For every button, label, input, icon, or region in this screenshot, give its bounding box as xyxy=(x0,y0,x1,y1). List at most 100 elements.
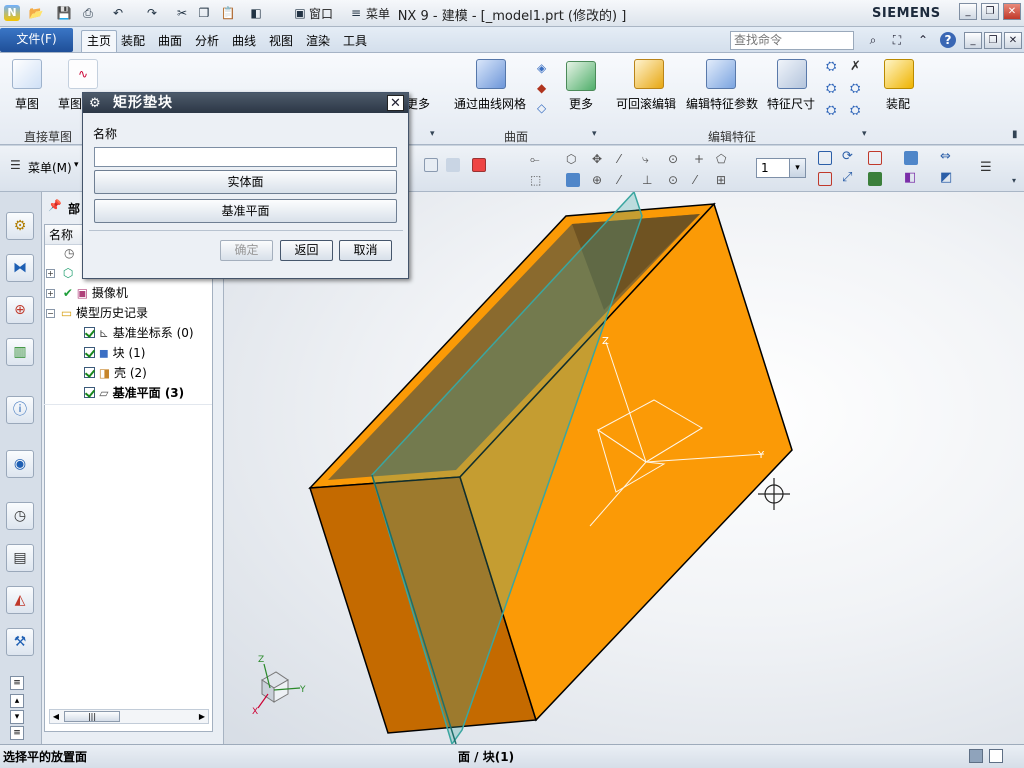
scroll-thumb[interactable]: ||| xyxy=(64,711,120,722)
more-button-1[interactable]: 更多 xyxy=(406,95,430,112)
tree-row-shell[interactable]: ◨ 壳 (2) xyxy=(46,364,212,383)
visibility-checkbox[interactable] xyxy=(84,347,95,358)
horizontal-scrollbar[interactable]: ◀ ||| ▶ xyxy=(49,709,209,724)
toolbar-overflow-icon[interactable]: ▾ xyxy=(1012,176,1016,185)
pin-icon[interactable]: 📌 xyxy=(48,199,62,212)
view-icon-3[interactable] xyxy=(868,151,882,165)
select-icon-3[interactable]: ✥ xyxy=(592,152,602,166)
select-icon-13[interactable]: ⊥ xyxy=(642,173,652,187)
sketch2-button-label[interactable]: 草图 xyxy=(58,95,82,112)
select-icon-16[interactable]: ⊞ xyxy=(716,173,726,187)
through-curve-mesh-button[interactable]: 通过曲线网格 xyxy=(454,95,526,112)
view-icon-6[interactable] xyxy=(818,172,832,186)
system-materials-icon[interactable]: ▤ xyxy=(6,544,34,572)
fullscreen-icon[interactable]: ⛶ xyxy=(888,32,906,49)
doc-minimize-button[interactable]: _ xyxy=(964,32,982,49)
scroll-right-icon[interactable]: ▶ xyxy=(196,710,208,723)
view-icon-10[interactable]: ◩ xyxy=(940,170,952,185)
roles-icon[interactable]: ⚒ xyxy=(6,628,34,656)
refresh-view-icon[interactable]: ⟳ xyxy=(842,149,853,164)
tab-assembly[interactable]: 装配 xyxy=(116,31,150,51)
tab-surface[interactable]: 曲面 xyxy=(153,31,187,51)
toolbar-options-icon[interactable]: ☰ xyxy=(980,160,992,175)
through-curve-mesh-icon[interactable] xyxy=(476,59,506,89)
select-icon-1[interactable]: ⟜ xyxy=(530,152,540,167)
sketch-curve-icon[interactable]: ∿ xyxy=(68,59,98,89)
more-button-2[interactable]: 更多 xyxy=(569,95,593,112)
name-input[interactable] xyxy=(94,147,397,167)
feature-small-icon-4[interactable]: ⛭ xyxy=(850,81,860,96)
layer-dropdown-icon[interactable]: ▾ xyxy=(789,159,805,177)
command-search-input[interactable]: 查找命令 xyxy=(730,31,854,50)
feature-size-button[interactable]: 特征尺寸 xyxy=(767,95,815,112)
tab-home[interactable]: 主页 xyxy=(81,30,118,52)
assembly-icon[interactable] xyxy=(884,59,914,89)
tree-row-datum-csys[interactable]: ⊾ 基准坐标系 (0) xyxy=(46,324,212,343)
select-icon-7[interactable]: + xyxy=(694,152,704,166)
view-icon-9[interactable]: ◧ xyxy=(904,170,916,185)
strip-scroll-end-icon[interactable]: ≡ xyxy=(10,726,24,740)
select-icon-8[interactable]: ⬠ xyxy=(716,152,726,166)
help-icon[interactable]: ? xyxy=(940,32,956,48)
snap-point-icon[interactable] xyxy=(472,158,486,172)
tab-analysis[interactable]: 分析 xyxy=(190,31,224,51)
select-icon-4[interactable]: ⁄ xyxy=(618,152,620,166)
filter-icon-1[interactable] xyxy=(424,158,438,172)
rollback-edit-button[interactable]: 可回滚编辑 xyxy=(616,95,676,112)
assembly-navigator-icon[interactable]: ⚙ xyxy=(6,212,34,240)
process-studio-icon[interactable]: ◭ xyxy=(6,586,34,614)
feature-small-icon-1[interactable]: ⛭ xyxy=(826,59,836,74)
menu-dropdown-arrow-icon[interactable]: ▾ xyxy=(74,160,79,170)
file-menu[interactable]: 文件(F) xyxy=(0,28,73,52)
constraint-navigator-icon[interactable]: ⧓ xyxy=(6,254,34,282)
edit-feature-dropdown-icon[interactable]: ▾ xyxy=(862,129,867,139)
visibility-checkbox[interactable] xyxy=(84,387,95,398)
close-button[interactable]: ✕ xyxy=(1003,3,1021,20)
expand-icon[interactable]: + xyxy=(46,289,55,298)
layer-select[interactable]: 1 ▾ xyxy=(756,158,806,178)
sketch-icon[interactable] xyxy=(12,59,42,89)
cancel-button[interactable]: 取消 xyxy=(339,240,392,261)
status-icon-2[interactable] xyxy=(989,749,1003,763)
tree-row-history[interactable]: − ▭ 模型历史记录 xyxy=(46,304,212,323)
surface-small-icon-1[interactable]: ◈ xyxy=(537,61,546,75)
surface-group-dropdown-icon[interactable]: ▾ xyxy=(592,129,597,139)
select-icon-5[interactable]: ⤷ xyxy=(642,152,649,167)
visibility-checkbox[interactable] xyxy=(84,367,95,378)
strip-scroll-mid-icon[interactable]: ▴ xyxy=(10,694,24,708)
menu-button[interactable]: 菜单(M) xyxy=(28,159,72,176)
status-icon-1[interactable] xyxy=(969,749,983,763)
select-icon-10[interactable] xyxy=(566,173,580,187)
tree-row-camera[interactable]: + ✔ ▣ 摄像机 xyxy=(46,284,212,303)
view-icon-1[interactable] xyxy=(818,151,832,165)
feature-small-icon-6[interactable]: ⛭ xyxy=(850,103,860,118)
datum-plane-button[interactable]: 基准平面 xyxy=(94,199,397,223)
view-triad-icon[interactable]: Z Y X xyxy=(252,655,306,717)
dialog-title[interactable]: 矩形垫块 xyxy=(83,93,408,113)
view-icon-8[interactable] xyxy=(868,172,882,186)
visibility-checkbox[interactable] xyxy=(84,327,95,338)
edit-feature-params-icon[interactable] xyxy=(706,59,736,89)
collapse-ribbon-icon[interactable]: ⌃ xyxy=(914,32,932,49)
search-icon[interactable]: ⌕ xyxy=(864,32,882,49)
surface-small-icon-3[interactable]: ◇ xyxy=(537,101,546,115)
solid-face-button[interactable]: 实体面 xyxy=(94,170,397,194)
doc-restore-button[interactable]: ❐ xyxy=(984,32,1002,49)
view-icon-4[interactable] xyxy=(904,151,918,165)
more-surface-icon[interactable] xyxy=(566,61,596,91)
select-icon-15[interactable]: ⁄ xyxy=(694,173,696,187)
filter-icon-2[interactable] xyxy=(446,158,460,172)
doc-close-button[interactable]: ✕ xyxy=(1004,32,1022,49)
ok-button[interactable]: 确定 xyxy=(220,240,273,261)
select-icon-9[interactable]: ⬚ xyxy=(530,173,541,187)
strip-scroll-up-icon[interactable]: ≡ xyxy=(10,676,24,690)
strip-scroll-down-icon[interactable]: ▾ xyxy=(10,710,24,724)
assembly-button[interactable]: 装配 xyxy=(886,95,910,112)
select-icon-6[interactable]: ⊙ xyxy=(668,152,678,166)
dialog-close-icon[interactable]: ✕ xyxy=(387,95,404,111)
scroll-left-icon[interactable]: ◀ xyxy=(50,710,62,723)
tab-tools[interactable]: 工具 xyxy=(338,31,372,51)
tree-row-block[interactable]: ◼ 块 (1) xyxy=(46,344,212,363)
edit-feature-params-button[interactable]: 编辑特征参数 xyxy=(686,95,758,112)
dropdown-arrow-icon[interactable]: ▾ xyxy=(430,129,435,139)
